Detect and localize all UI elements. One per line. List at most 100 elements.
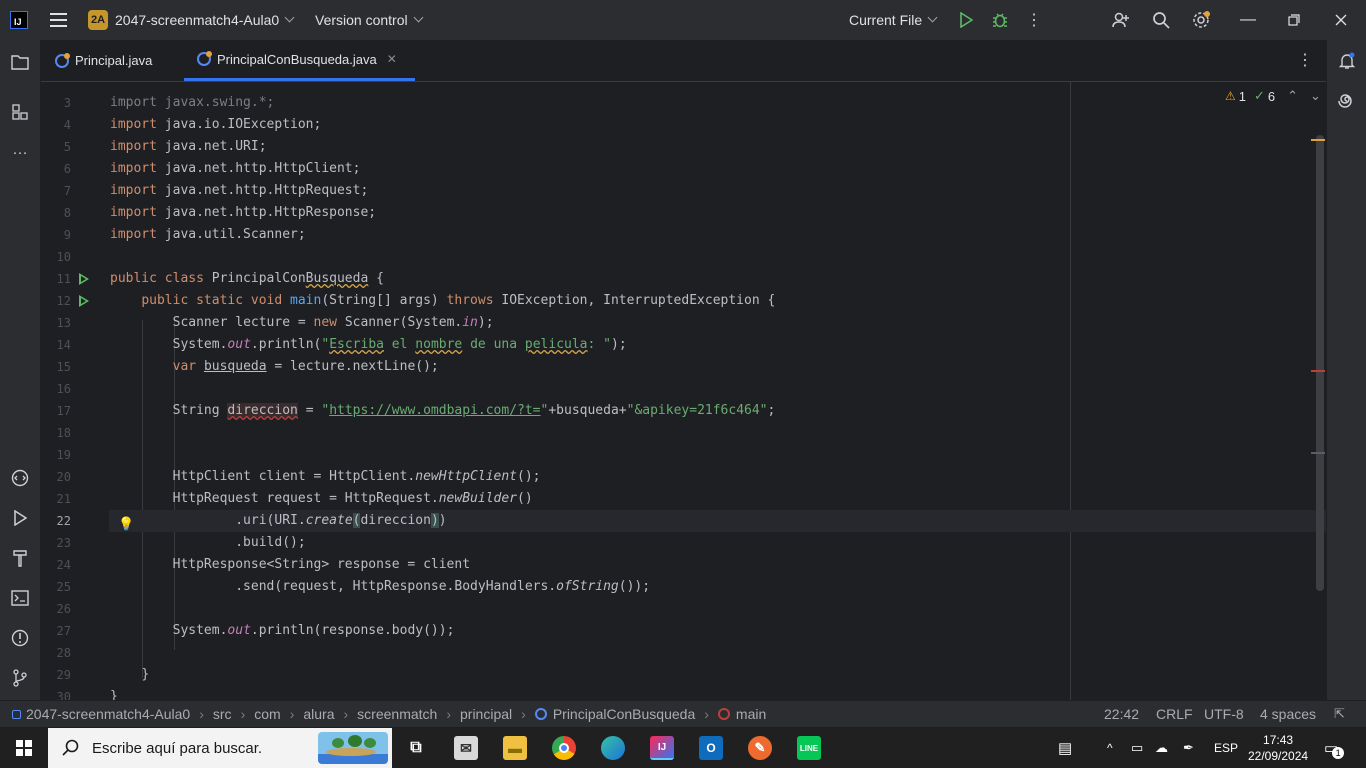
tab-label: PrincipalConBusqueda.java <box>217 51 377 67</box>
run-config-selector[interactable]: Current File <box>849 12 938 28</box>
next-highlight-icon[interactable]: ⌄ <box>1310 88 1321 104</box>
module-icon <box>12 709 21 719</box>
code-line: 11 public class PrincipalConBusqueda { <box>56 271 384 286</box>
minimize-icon[interactable]: — <box>1238 10 1258 30</box>
project-folder-icon[interactable] <box>10 52 30 72</box>
outlook-icon[interactable]: O <box>699 736 723 760</box>
version-control-menu[interactable]: Version control <box>315 12 424 28</box>
settings-gear-icon[interactable] <box>1191 10 1211 30</box>
run-icon[interactable] <box>956 10 976 30</box>
notifications-bell-icon[interactable] <box>1337 51 1357 71</box>
lock-icon[interactable]: ⇱ <box>1334 706 1345 722</box>
tray-expand-icon[interactable]: ^ <box>1107 728 1113 768</box>
code-line: 23 .build(); <box>56 535 306 550</box>
breadcrumb-item[interactable]: PrincipalConBusqueda <box>553 706 695 722</box>
breadcrumb-item[interactable]: main <box>736 706 766 722</box>
intellij-logo-icon[interactable]: IJ <box>10 11 28 29</box>
java-class-icon <box>197 51 212 66</box>
project-selector[interactable]: 2047-screenmatch4-Aula0 <box>115 12 295 28</box>
code-line: 28 <box>56 646 71 660</box>
title-bar: IJ 2A 2047-screenmatch4-Aula0 Version co… <box>0 0 1366 40</box>
taskbar-search[interactable]: Escribe aquí para buscar. <box>48 728 392 768</box>
code-line: 17 String direccion = "https://www.omdba… <box>56 403 776 418</box>
breadcrumb-item[interactable]: alura <box>303 706 334 722</box>
news-widget-icon[interactable]: ▤ <box>1058 728 1072 768</box>
code-line: 14 System.out.println("Escriba el nombre… <box>56 337 627 352</box>
build-hammer-icon[interactable] <box>10 548 30 568</box>
code-line: 7 import java.net.http.HttpRequest; <box>63 183 369 198</box>
search-icon[interactable] <box>1151 10 1171 30</box>
intellij-taskbar-icon[interactable]: IJ <box>650 736 674 760</box>
tab-principal[interactable]: Principal.java <box>55 40 152 81</box>
language-indicator[interactable]: ESP <box>1214 728 1238 768</box>
chrome-icon[interactable] <box>552 736 576 760</box>
run-config-label: Current File <box>849 12 923 28</box>
breadcrumb-item[interactable]: 2047-screenmatch4-Aula0 <box>26 706 190 722</box>
project-badge[interactable]: 2A <box>88 10 108 30</box>
terminal-icon[interactable] <box>10 588 30 608</box>
editor-tab-bar: Principal.java PrincipalConBusqueda.java… <box>41 40 1326 82</box>
search-highlight-image <box>318 732 388 764</box>
code-line: 3 import javax.swing.*; <box>63 95 275 110</box>
file-encoding[interactable]: UTF-8 <box>1204 706 1244 722</box>
restore-icon[interactable] <box>1284 10 1304 30</box>
main-menu-icon[interactable] <box>50 13 67 27</box>
code-line: 19 <box>56 448 71 462</box>
close-tab-icon[interactable]: ✕ <box>387 52 397 66</box>
java-class-icon <box>55 52 70 68</box>
code-editor[interactable]: 3 import javax.swing.*; 4 import java.io.I… <box>41 82 1326 700</box>
project-name: 2047-screenmatch4-Aula0 <box>115 12 280 28</box>
add-user-icon[interactable] <box>1111 10 1131 30</box>
tab-options-icon[interactable]: ⋮ <box>1297 50 1313 70</box>
code-line: 29 } <box>56 667 150 682</box>
run-gutter-icon[interactable] <box>79 295 89 307</box>
indent-setting[interactable]: 4 spaces <box>1260 706 1316 722</box>
services-icon[interactable] <box>10 468 30 488</box>
close-window-icon[interactable] <box>1331 10 1351 30</box>
more-tools-icon[interactable]: ··· <box>10 142 30 162</box>
line-app-icon[interactable]: LINE <box>797 736 821 760</box>
code-line: 27 System.out.println(response.body()); <box>56 623 455 638</box>
git-branch-icon[interactable] <box>10 668 30 688</box>
windows-start-icon[interactable] <box>16 740 32 756</box>
code-line: 9 import java.util.Scanner; <box>63 227 306 242</box>
more-actions-icon[interactable]: ⋮ <box>1024 10 1044 30</box>
task-view-icon[interactable]: ⧉ <box>404 736 428 760</box>
breadcrumb-item[interactable]: screenmatch <box>357 706 437 722</box>
structure-icon[interactable] <box>10 102 30 122</box>
breadcrumb-item[interactable]: com <box>254 706 280 722</box>
problems-icon[interactable] <box>10 628 30 648</box>
code-line: 15 var busqueda = lecture.nextLine(); <box>56 359 439 374</box>
file-explorer-icon[interactable]: ▬ <box>503 736 527 760</box>
caret-position[interactable]: 22:42 <box>1104 706 1139 722</box>
caret-marker <box>1311 452 1325 454</box>
breadcrumb: 2047-screenmatch4-Aula0 › src › com › alura… <box>12 706 766 722</box>
debug-icon[interactable] <box>990 10 1010 30</box>
ai-assistant-spiral-icon[interactable] <box>1337 91 1357 111</box>
warning-marker[interactable] <box>1311 139 1325 141</box>
edge-icon[interactable] <box>601 736 625 760</box>
meet-icon[interactable]: ▭ <box>1131 728 1143 768</box>
notification-center-icon[interactable]: ▭ 1 <box>1324 728 1345 768</box>
editor-scrollbar[interactable] <box>1316 135 1324 591</box>
error-marker[interactable] <box>1311 370 1325 372</box>
pen-icon[interactable]: ✒ <box>1183 728 1194 768</box>
code-line: 20 HttpClient client = HttpClient.newHtt… <box>56 469 541 484</box>
windows-taskbar: Escribe aquí para buscar. ⧉ ✉ ▬ IJ O ✎ L… <box>0 728 1366 768</box>
run-gutter-icon[interactable] <box>79 273 89 285</box>
inspection-widget[interactable]: ⚠ 1 ✓ 6 ⌃ ⌄ <box>1225 88 1321 104</box>
previous-highlight-icon[interactable]: ⌃ <box>1287 88 1298 104</box>
chevron-down-icon <box>927 12 938 22</box>
onedrive-icon[interactable]: ☁ <box>1155 728 1168 768</box>
postman-icon[interactable]: ✎ <box>748 736 772 760</box>
version-control-label: Version control <box>315 12 408 28</box>
clock[interactable]: 17:43 22/09/2024 <box>1248 728 1308 768</box>
breadcrumb-item[interactable]: principal <box>460 706 512 722</box>
line-separator[interactable]: CRLF <box>1156 706 1193 722</box>
code-line: 30} <box>56 689 118 700</box>
run-tool-icon[interactable] <box>10 508 30 528</box>
breadcrumb-item[interactable]: src <box>213 706 232 722</box>
code-line: 18 <box>56 426 71 440</box>
mail-icon[interactable]: ✉ <box>454 736 478 760</box>
tab-principal-con-busqueda[interactable]: PrincipalConBusqueda.java ✕ <box>184 40 415 81</box>
